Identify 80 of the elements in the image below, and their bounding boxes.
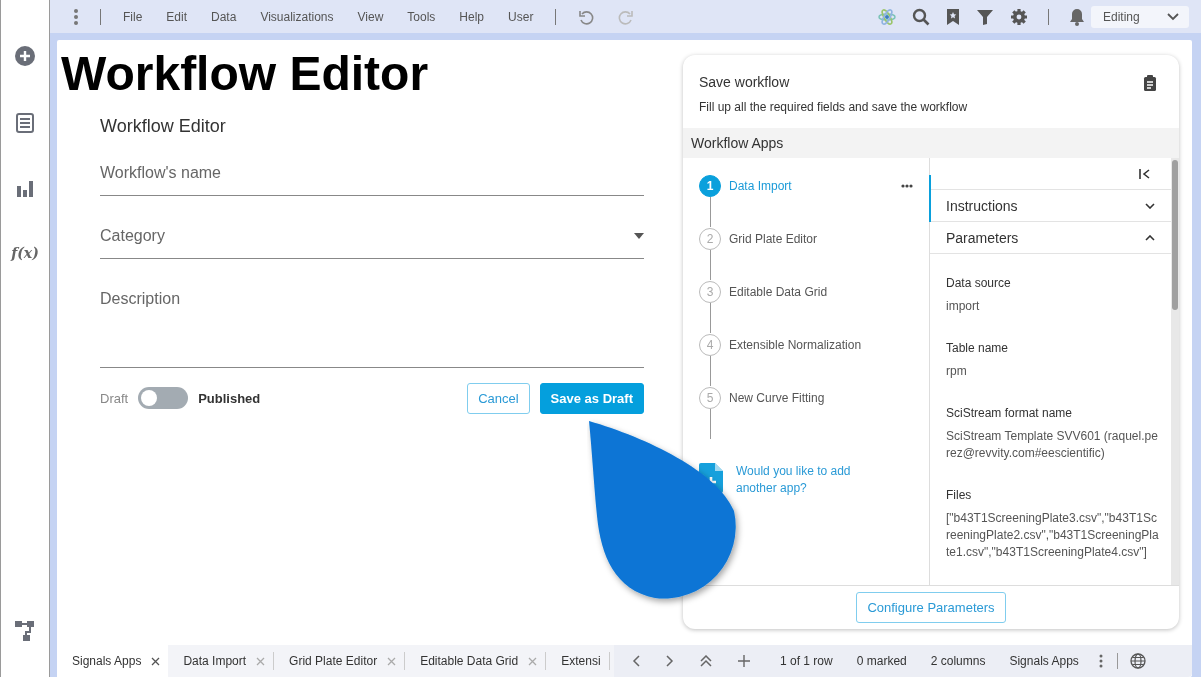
selection-indicator (929, 175, 931, 222)
status-text: 0 marked (856, 654, 907, 668)
cancel-button[interactable]: Cancel (467, 382, 530, 414)
status-text: 2 columns (930, 654, 986, 668)
more-options-icon[interactable] (1098, 654, 1103, 668)
parameter-name: Files (946, 487, 973, 504)
panel-title: Save workflow (699, 73, 790, 91)
chevron-right-icon[interactable] (666, 655, 674, 667)
more-options-icon[interactable] (901, 183, 913, 188)
form-title: Workflow Editor (100, 115, 227, 138)
description-field[interactable]: Description (100, 284, 644, 368)
section-title: Instructions (946, 197, 1018, 214)
status-text: 1 of 1 row (780, 654, 833, 668)
menu-item[interactable]: Data (211, 9, 237, 24)
step-number: 1 (699, 174, 721, 197)
tab-label: Extensi (561, 654, 601, 668)
mode-dropdown[interactable]: Editing (1091, 5, 1189, 28)
menu-item[interactable]: View (357, 9, 384, 24)
step-item[interactable]: New Curve Fitting (729, 390, 929, 405)
menu-item[interactable]: Edit (166, 9, 188, 24)
status-text: Signals Apps (1009, 654, 1079, 668)
configure-parameters-button[interactable]: Configure Parameters (856, 592, 1006, 623)
tab[interactable]: Editable Data Grid (405, 652, 547, 670)
menu-item[interactable]: Visualizations (260, 9, 334, 24)
page-title: Workflow Editor (61, 46, 430, 102)
parameter-name: SciStream format name (946, 405, 1074, 422)
chevron-down-icon (1167, 12, 1179, 21)
status-toggle[interactable] (138, 387, 189, 409)
menu-item[interactable]: Tools (407, 9, 436, 24)
tab-label: Data Import (183, 654, 247, 668)
bar-chart-icon[interactable] (16, 179, 34, 197)
clipboard-icon[interactable] (1143, 75, 1157, 91)
menu-item[interactable]: Help (459, 9, 485, 24)
parameter-value: ["b43T1ScreeningPlate3.csv","b43T1ScreeningPlate2.csv","b43T1ScreeningPlate1.csv","b43T1ScreeningPlate4.csv"] (946, 510, 1159, 561)
menu-item[interactable]: User (508, 9, 534, 24)
chevron-left-icon[interactable] (632, 655, 640, 667)
tab-label: Grid Plate Editor (289, 654, 378, 668)
tab[interactable]: Grid Plate Editor (274, 652, 406, 670)
hierarchy-icon[interactable] (14, 620, 36, 642)
add-app-link[interactable]: Would you like to add another app? (736, 463, 866, 497)
add-circle-icon[interactable] (14, 45, 36, 67)
step-item[interactable]: Editable Data Grid (729, 284, 929, 299)
name-field[interactable]: Workflow's name (100, 158, 644, 196)
dropdown-value: Editing (1103, 9, 1140, 24)
table-icon[interactable] (16, 113, 34, 133)
tab-label: Editable Data Grid (420, 654, 519, 668)
tab[interactable]: Data Import (168, 652, 275, 670)
parameter-value: import (946, 298, 981, 315)
close-icon[interactable] (151, 656, 161, 666)
globe-icon[interactable] (1129, 653, 1146, 669)
dropdown-caret-icon (634, 233, 644, 239)
published-label: Published (198, 390, 261, 406)
parameter-value: SciStream Template SVV601 (raquel.perez@revvity.com#eescientific) (946, 428, 1159, 462)
parameter-name: Table name (946, 340, 1010, 357)
double-chevron-up-icon[interactable] (700, 655, 712, 667)
tab-label: Signals Apps (72, 654, 142, 668)
tab[interactable]: Extensi (546, 652, 610, 670)
settings-icon[interactable] (1010, 7, 1028, 26)
tab[interactable]: Signals Apps (57, 645, 169, 677)
panel-subtitle: Fill up all the required fields and save the workflow (699, 99, 969, 115)
atom-icon[interactable] (878, 7, 896, 26)
section-header: Workflow Apps (683, 128, 1179, 158)
add-icon[interactable] (738, 655, 750, 667)
filter-icon[interactable] (976, 7, 994, 26)
search-icon[interactable] (912, 7, 930, 26)
category-dropdown[interactable]: Category (100, 221, 644, 259)
scrollbar[interactable] (1171, 158, 1179, 585)
notification-bell-icon[interactable] (1069, 7, 1085, 26)
draft-label: Draft (100, 390, 129, 406)
step-item[interactable]: Data Import (729, 178, 901, 193)
bookmark-icon[interactable] (946, 7, 960, 26)
parameter-value: rpm (946, 363, 968, 380)
function-icon[interactable]: f(x) (11, 243, 39, 263)
step-item[interactable]: Extensible Normalization (729, 337, 929, 352)
undo-icon[interactable] (578, 8, 595, 25)
collapse-panel-icon[interactable] (1139, 168, 1151, 179)
menu-item[interactable]: File (123, 9, 143, 24)
step-item[interactable]: Grid Plate Editor (729, 231, 929, 246)
parameter-name: Data source (946, 275, 1012, 292)
section-title: Parameters (946, 229, 1019, 246)
